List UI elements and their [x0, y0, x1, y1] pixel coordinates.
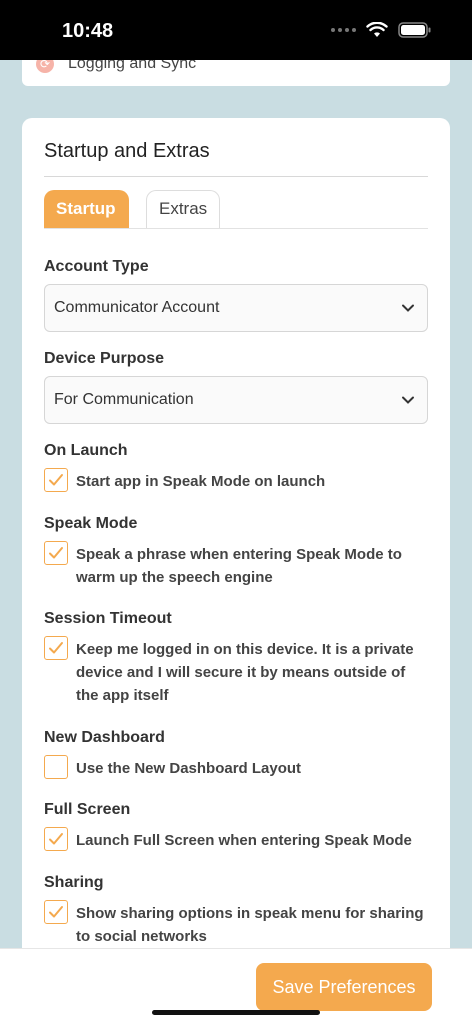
checkmark-icon [49, 906, 63, 918]
title-divider [44, 176, 428, 177]
device-purpose-select[interactable]: For Communication [44, 376, 428, 424]
new-dashboard-label: New Dashboard [44, 729, 165, 746]
device-purpose-label: Device Purpose [44, 350, 165, 367]
chevron-down-icon [402, 396, 414, 404]
status-icons [331, 22, 432, 38]
card-title: Startup and Extras [44, 140, 210, 162]
account-type-value: Communicator Account [54, 299, 220, 316]
new-dashboard-checkbox[interactable] [44, 755, 68, 779]
checkmark-icon [49, 547, 63, 559]
on-launch-label: On Launch [44, 442, 128, 459]
full-screen-label: Full Screen [44, 801, 131, 818]
new-dashboard-text: Use the New Dashboard Layout [76, 760, 302, 777]
stay-logged-in-checkbox[interactable] [44, 636, 68, 660]
status-time: 10:48 [62, 20, 114, 42]
sharing-checkbox[interactable] [44, 900, 68, 924]
cellular-signal-icon [331, 28, 356, 32]
tab-extras[interactable]: Extras [146, 190, 220, 228]
sharing-text: Show sharing options in speak menu for s… [76, 905, 424, 945]
tab-divider [44, 228, 428, 229]
full-screen-text: Launch Full Screen when entering Speak M… [76, 832, 412, 849]
battery-icon [398, 22, 431, 38]
checkmark-icon [49, 642, 63, 654]
warm-up-text: Speak a phrase when entering Speak Mode … [76, 546, 402, 586]
full-screen-checkbox[interactable] [44, 827, 68, 851]
tab-startup[interactable]: Startup [44, 190, 129, 228]
speak-mode-label: Speak Mode [44, 515, 138, 532]
account-type-select[interactable]: Communicator Account [44, 284, 428, 332]
session-timeout-label: Session Timeout [44, 610, 172, 627]
checkmark-icon [49, 474, 63, 486]
stay-logged-in-text: Keep me logged in on this device. It is … [76, 641, 414, 704]
start-speak-mode-text: Start app in Speak Mode on launch [76, 473, 326, 490]
status-bar: 10:48 [0, 0, 472, 60]
startup-extras-card: Startup and Extras Startup Extras Accoun… [22, 118, 450, 1018]
checkmark-icon [49, 833, 63, 845]
start-speak-mode-checkbox[interactable] [44, 468, 68, 492]
device-purpose-value: For Communication [54, 391, 194, 408]
chevron-down-icon [402, 304, 414, 312]
home-indicator [152, 1010, 320, 1015]
wifi-icon [366, 22, 388, 37]
account-type-label: Account Type [44, 258, 149, 275]
warm-up-checkbox[interactable] [44, 541, 68, 565]
bottom-action-bar: Save Preferences [0, 948, 472, 1024]
sharing-label: Sharing [44, 874, 104, 891]
save-preferences-button[interactable]: Save Preferences [256, 963, 432, 1011]
